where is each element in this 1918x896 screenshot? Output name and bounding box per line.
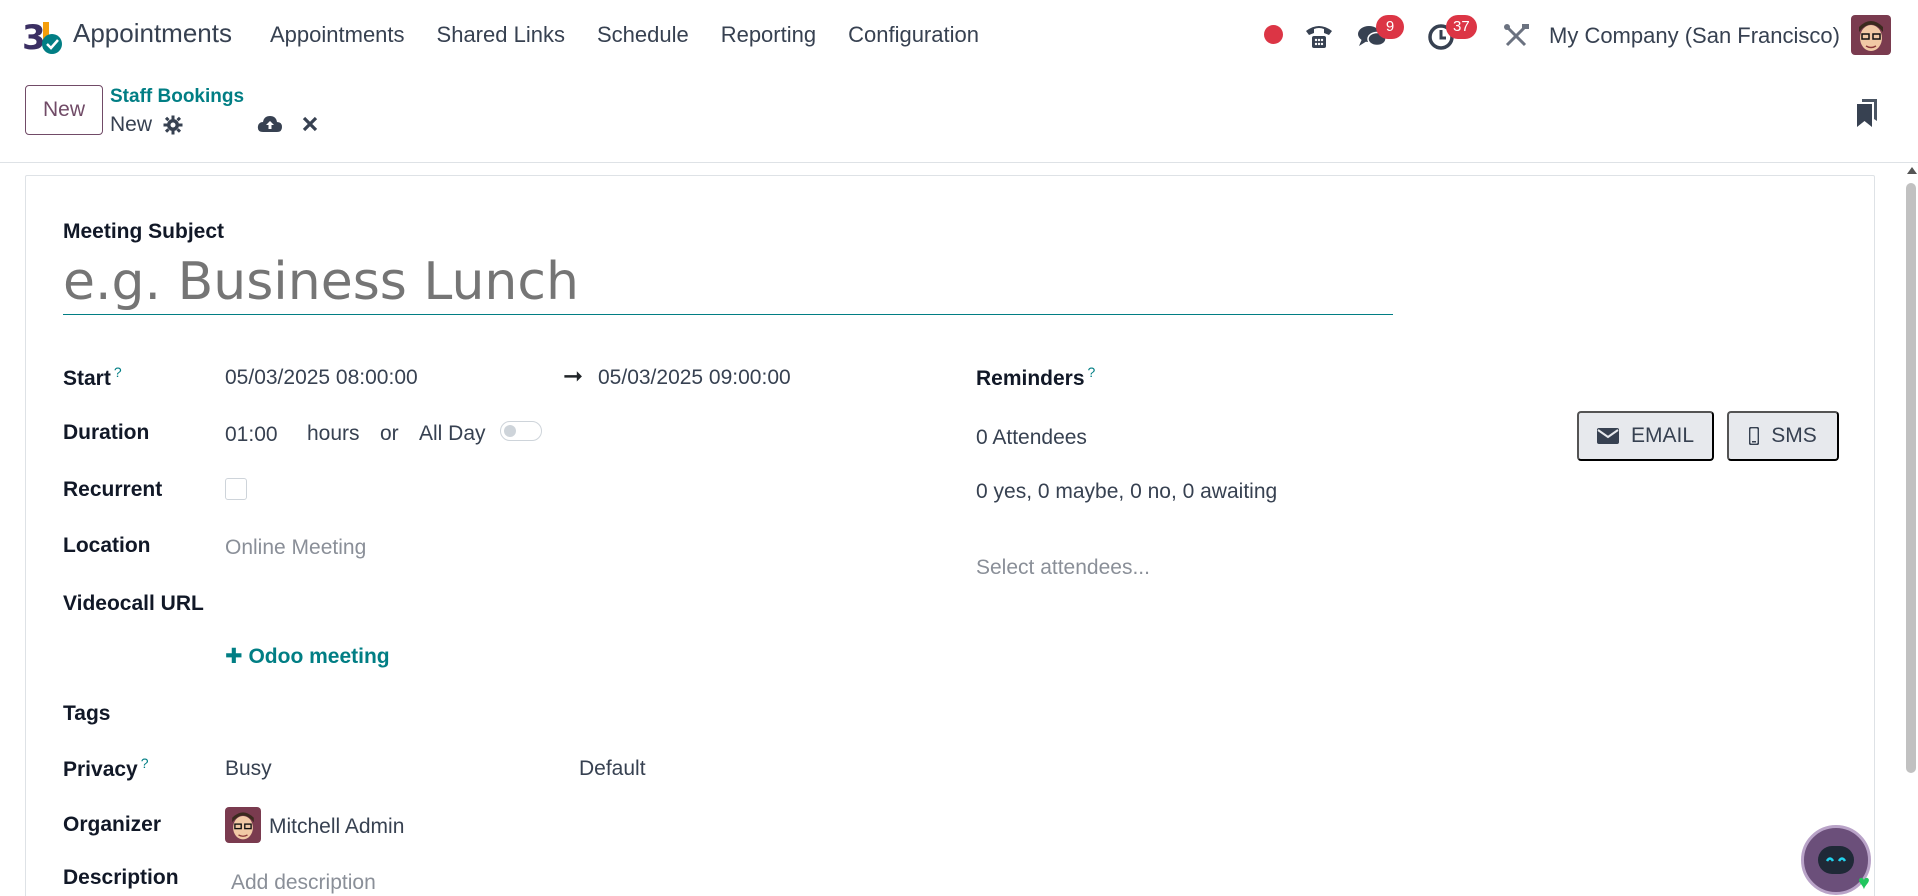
attendees-count: 0 Attendees bbox=[976, 426, 1087, 449]
menu-item-shared-links[interactable]: Shared Links bbox=[437, 22, 565, 48]
arrow-right-icon: ➞ bbox=[563, 363, 584, 390]
envelope-icon bbox=[1596, 428, 1619, 444]
menu-item-reporting[interactable]: Reporting bbox=[721, 22, 816, 48]
stop-datetime-field[interactable]: 05/03/2025 09:00:00 bbox=[598, 366, 791, 390]
heart-status-icon: ♥ bbox=[1858, 872, 1870, 894]
privacy-select[interactable]: Default bbox=[579, 757, 646, 781]
scroll-up-arrow-icon[interactable] bbox=[1907, 167, 1917, 174]
privacy-help-icon[interactable]: ? bbox=[141, 755, 149, 771]
breadcrumb-current-record: New bbox=[110, 113, 153, 136]
videocall-url-label: Videocall URL bbox=[63, 592, 204, 615]
reminders-help-icon[interactable]: ? bbox=[1088, 364, 1096, 380]
debug-tools-icon[interactable] bbox=[1500, 20, 1532, 52]
breadcrumb-staff-bookings[interactable]: Staff Bookings bbox=[110, 86, 244, 108]
app-name[interactable]: Appointments bbox=[73, 18, 232, 49]
new-record-button[interactable]: New bbox=[25, 85, 103, 135]
location-label: Location bbox=[63, 534, 151, 557]
sms-attendees-button[interactable]: SMS bbox=[1727, 411, 1839, 461]
gear-icon[interactable] bbox=[163, 115, 183, 135]
scroll-thumb[interactable] bbox=[1906, 183, 1916, 773]
organizer-avatar-icon bbox=[225, 807, 261, 843]
discard-close-icon[interactable] bbox=[302, 116, 318, 132]
bot-face-icon bbox=[1818, 846, 1854, 874]
organizer-label: Organizer bbox=[63, 813, 162, 836]
bot-eyes-icon bbox=[1825, 857, 1847, 862]
activities-badge: 37 bbox=[1446, 15, 1477, 39]
top-menu: Appointments Shared Links Schedule Repor… bbox=[270, 22, 1011, 48]
description-label: Description bbox=[63, 866, 179, 889]
hours-text: hours bbox=[307, 422, 360, 445]
reminders-label: Reminders? bbox=[976, 364, 1095, 391]
privacy-label-text: Privacy bbox=[63, 758, 138, 781]
save-cloud-icon[interactable] bbox=[257, 114, 283, 134]
meeting-subject-label: Meeting Subject bbox=[63, 220, 225, 243]
messages-badge: 9 bbox=[1376, 15, 1404, 39]
odoo-meeting-button[interactable]: ✚ Odoo meeting bbox=[225, 644, 390, 669]
phone-icon[interactable] bbox=[1303, 20, 1335, 52]
all-day-label: All Day bbox=[419, 422, 486, 445]
organizer-field[interactable]: Mitchell Admin bbox=[269, 815, 404, 839]
attendees-status-summary: 0 yes, 0 maybe, 0 no, 0 awaiting bbox=[976, 480, 1278, 503]
bookmark-icon[interactable] bbox=[1855, 99, 1879, 127]
show-as-select[interactable]: Busy bbox=[225, 757, 272, 781]
menu-item-appointments[interactable]: Appointments bbox=[270, 22, 405, 48]
menu-item-schedule[interactable]: Schedule bbox=[597, 22, 689, 48]
odoo-meeting-label: Odoo meeting bbox=[248, 645, 390, 668]
tags-label: Tags bbox=[63, 702, 111, 725]
reminders-label-text: Reminders bbox=[976, 367, 1085, 390]
recording-indicator-icon[interactable] bbox=[1264, 25, 1283, 44]
toggle-knob bbox=[504, 425, 516, 437]
appointments-logo-icon: 3 bbox=[22, 18, 62, 56]
mobile-phone-icon bbox=[1749, 427, 1760, 445]
start-help-icon[interactable]: ? bbox=[114, 364, 122, 380]
duration-label: Duration bbox=[63, 421, 150, 444]
recurrent-checkbox[interactable] bbox=[225, 478, 247, 500]
recurrent-label: Recurrent bbox=[63, 478, 163, 501]
menu-item-configuration[interactable]: Configuration bbox=[848, 22, 979, 48]
app-logo[interactable]: 3 bbox=[22, 16, 62, 56]
user-avatar-icon bbox=[1851, 15, 1891, 55]
page-scrollbar[interactable] bbox=[1904, 163, 1918, 896]
duration-input[interactable]: 01:00 bbox=[225, 423, 278, 447]
svg-text:3: 3 bbox=[22, 18, 46, 56]
all-day-toggle[interactable] bbox=[500, 421, 542, 441]
start-label: Start? bbox=[63, 364, 122, 391]
company-switcher[interactable]: My Company (San Francisco) bbox=[1549, 23, 1840, 49]
control-panel-divider bbox=[0, 162, 1918, 163]
start-datetime-field[interactable]: 05/03/2025 08:00:00 bbox=[225, 366, 418, 390]
email-attendees-button[interactable]: EMAIL bbox=[1577, 411, 1714, 461]
plus-icon: ✚ bbox=[225, 645, 243, 668]
start-label-text: Start bbox=[63, 367, 111, 390]
location-input[interactable]: Online Meeting bbox=[225, 536, 366, 560]
description-input[interactable]: Add description bbox=[231, 871, 376, 895]
or-text: or bbox=[380, 422, 399, 445]
meeting-subject-input[interactable] bbox=[63, 250, 1393, 315]
sms-button-label: SMS bbox=[1771, 424, 1817, 447]
attendees-input[interactable]: Select attendees... bbox=[976, 556, 1150, 580]
organizer-avatar bbox=[225, 807, 261, 843]
user-avatar[interactable] bbox=[1851, 15, 1891, 55]
privacy-label: Privacy? bbox=[63, 755, 149, 782]
email-button-label: EMAIL bbox=[1630, 424, 1695, 447]
